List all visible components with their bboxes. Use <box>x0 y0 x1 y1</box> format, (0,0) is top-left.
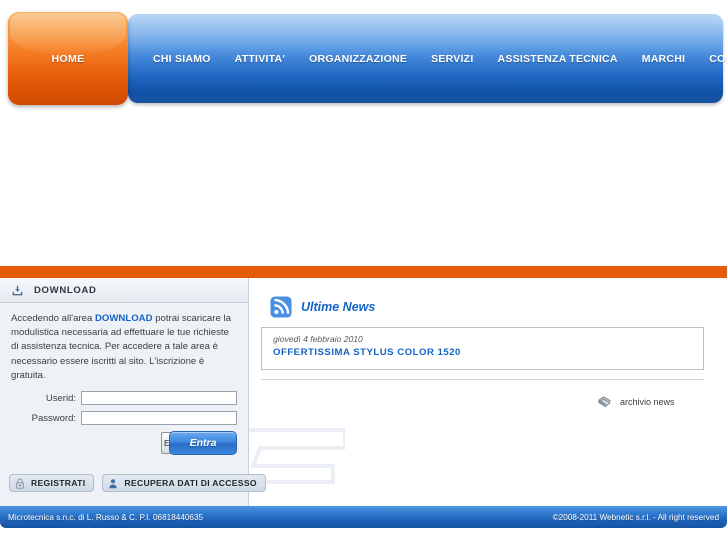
userid-input[interactable] <box>81 391 237 405</box>
recupera-dati-label: RECUPERA DATI DI ACCESSO <box>124 478 257 488</box>
download-icon <box>12 285 23 296</box>
nav-bar-background: CHI SIAMO ATTIVITA' ORGANIZZAZIONE SERVI… <box>128 14 727 103</box>
footer-copyright: ©2008-2011 Webnetic s.r.l. - All right r… <box>552 512 719 522</box>
nav-item-home-label: HOME <box>51 52 85 65</box>
footer-bottom-spacer <box>0 528 727 545</box>
nav-item-servizi[interactable]: SERVIZI <box>419 49 485 69</box>
home-gloss-overlay <box>10 13 126 55</box>
userid-row: Userid: <box>0 391 249 405</box>
registrati-button[interactable]: REGISTRATI <box>9 474 95 492</box>
recupera-dati-button[interactable]: RECUPERA DATI DI ACCESSO <box>102 474 266 492</box>
nav-item-attivita[interactable]: ATTIVITA' <box>223 49 297 69</box>
download-panel-header: DOWNLOAD <box>0 278 248 303</box>
user-icon <box>108 478 118 489</box>
download-panel-body: Accedendo all'area DOWNLOAD potrai scari… <box>0 303 248 383</box>
download-panel-description: Accedendo all'area DOWNLOAD potrai scari… <box>11 312 237 383</box>
content-area: DOWNLOAD Accedendo all'area DOWNLOAD pot… <box>0 278 727 515</box>
news-section: Ultime News giovedì 4 febbraio 2010 OFFE… <box>249 278 727 506</box>
nav-item-assistenza-tecnica[interactable]: ASSISTENZA TECNICA <box>486 49 630 69</box>
main-navigation: CHI SIAMO ATTIVITA' ORGANIZZAZIONE SERVI… <box>0 0 727 105</box>
footer-company-info: Microtecnica s.n.c. di L. Russo & C. P.I… <box>8 512 204 522</box>
nav-item-come-raggiungerci[interactable]: COME RAGGIUNGERCI <box>697 49 727 69</box>
login-form: Userid: Password: E Entra <box>0 391 249 457</box>
nav-item-organizzazione[interactable]: ORGANIZZAZIONE <box>297 49 419 69</box>
password-label: Password: <box>31 412 76 424</box>
page-footer: Microtecnica s.n.c. di L. Russo & C. P.I… <box>0 506 727 528</box>
registrati-label: REGISTRATI <box>31 478 86 488</box>
nav-item-marchi[interactable]: MARCHI <box>630 49 698 69</box>
lock-icon <box>15 477 25 489</box>
download-panel: DOWNLOAD Accedendo all'area DOWNLOAD pot… <box>0 278 266 506</box>
news-item-date: giovedì 4 febbraio 2010 <box>273 334 363 344</box>
userid-label: Userid: <box>45 392 76 404</box>
archive-icon <box>597 395 612 409</box>
news-item: giovedì 4 febbraio 2010 OFFERTISSIMA STY… <box>261 327 704 370</box>
news-header: Ultime News <box>270 296 375 318</box>
archivio-news-link[interactable]: archivio news <box>597 395 675 409</box>
orange-separator-bar <box>0 266 727 278</box>
news-title: Ultime News <box>301 300 376 314</box>
news-item-headline[interactable]: OFFERTISSIMA STYLUS COLOR 1520 <box>273 347 703 358</box>
rss-icon <box>270 296 292 318</box>
news-divider <box>261 379 704 380</box>
description-part-one: Accedendo all'area <box>11 313 95 324</box>
nav-items-container: CHI SIAMO ATTIVITA' ORGANIZZAZIONE SERVI… <box>128 14 727 103</box>
password-input[interactable] <box>81 411 237 425</box>
download-panel-title: DOWNLOAD <box>34 284 97 296</box>
password-row: Password: <box>0 411 249 425</box>
account-actions: REGISTRATI RECUPERA DATI DI ACCESSO <box>0 474 266 492</box>
nav-item-chi-siamo[interactable]: CHI SIAMO <box>141 49 223 69</box>
entra-submit-button[interactable]: Entra <box>169 431 237 455</box>
submit-row: E Entra <box>0 431 249 457</box>
archivio-news-label: archivio news <box>620 397 675 407</box>
nav-item-home[interactable]: HOME <box>8 12 128 105</box>
download-area-link[interactable]: DOWNLOAD <box>95 313 153 324</box>
